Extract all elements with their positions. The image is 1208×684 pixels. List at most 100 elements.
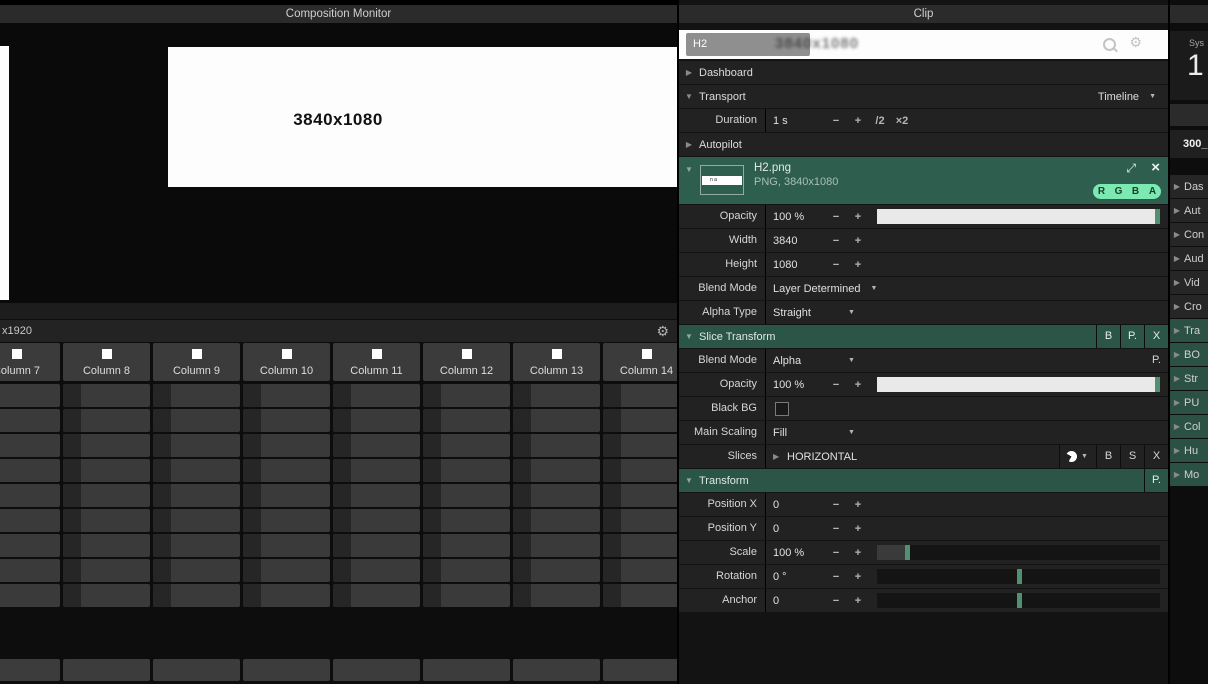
clip-cell[interactable] [603,434,677,457]
slider-handle[interactable] [1017,593,1022,608]
clip-cell[interactable] [0,584,60,607]
right-panel-section-con[interactable]: ▶Con [1170,223,1208,246]
channel-r-button[interactable]: R [1093,184,1110,199]
section-dashboard[interactable]: ▶ Dashboard [679,61,1168,84]
clip-cell[interactable] [423,584,510,607]
slider-handle[interactable] [1017,569,1022,584]
decrement-button[interactable]: − [825,235,847,247]
clip-cell[interactable] [333,459,420,482]
column-header[interactable]: Column 11 [333,343,420,381]
decrement-button[interactable]: − [825,379,847,391]
deck-settings-gear-icon[interactable]: ⚙ [656,320,669,342]
clip-cell[interactable] [423,434,510,457]
decrement-button[interactable]: − [825,115,847,127]
width-value[interactable]: 3840 [773,235,825,247]
clip-cell[interactable] [63,434,150,457]
column-connect-button[interactable] [372,349,382,359]
clip-cell[interactable] [333,384,420,407]
decrement-button[interactable]: − [825,595,847,607]
clip-cell[interactable] [243,584,330,607]
decrement-button[interactable]: − [825,571,847,583]
right-panel-section-aud[interactable]: ▶Aud [1170,247,1208,270]
channel-g-button[interactable]: G [1110,184,1127,199]
position-y-value[interactable]: 0 [773,523,825,535]
remove-button[interactable]: X [1144,445,1168,468]
clip-cell[interactable] [0,484,60,507]
right-panel-section-mo[interactable]: ▶Mo [1170,463,1208,486]
clip-cell[interactable] [333,659,420,681]
right-panel-section-hu[interactable]: ▶Hu [1170,439,1208,462]
increment-button[interactable]: + [847,523,869,535]
clip-cell[interactable] [63,559,150,582]
clip-cell[interactable] [603,409,677,432]
section-slice-transform[interactable]: ▼ Slice Transform B P. X [679,325,1168,348]
clip-cell[interactable] [0,534,60,557]
solo-button[interactable]: S [1120,445,1144,468]
column-connect-button[interactable] [642,349,652,359]
column-header[interactable]: Column 12 [423,343,510,381]
blend-mode-dropdown[interactable]: Layer Determined ▼ [766,277,1168,300]
clip-cell[interactable] [0,459,60,482]
clip-cell[interactable] [603,559,677,582]
clip-cell[interactable] [153,534,240,557]
column-header[interactable]: Column 9 [153,343,240,381]
source-file-block[interactable]: ▼ n a H2.png PNG, 3840x1080 ⤢ × R G B A [679,157,1168,204]
clip-cell[interactable] [0,509,60,532]
increment-button[interactable]: + [847,235,869,247]
remove-button[interactable]: X [1144,325,1168,348]
decrement-button[interactable]: − [825,547,847,559]
section-transform[interactable]: ▼ Transform P. [679,469,1168,492]
increment-button[interactable]: + [847,595,869,607]
clip-cell[interactable] [63,584,150,607]
collapse-arrow-icon[interactable]: ▶ [679,140,699,149]
clip-cell[interactable] [153,559,240,582]
clip-cell[interactable] [243,509,330,532]
composition-monitor-title[interactable]: Composition Monitor [0,5,677,23]
clip-cell[interactable] [0,659,60,681]
decrement-button[interactable]: − [825,499,847,511]
column-header[interactable]: Column 7 [0,343,60,381]
clip-cell[interactable] [423,659,510,681]
field-gear-icon[interactable]: ⚙ [1129,34,1142,51]
clip-cell[interactable] [153,459,240,482]
increment-button[interactable]: + [847,259,869,271]
clip-cell[interactable] [423,559,510,582]
scale-value[interactable]: 100 % [773,547,825,559]
right-panel-section-vid[interactable]: ▶Vid [1170,271,1208,294]
column-connect-button[interactable] [12,349,22,359]
clip-cell[interactable] [243,484,330,507]
preset-button[interactable]: P. [1145,349,1168,372]
anchor-slider[interactable] [877,593,1160,608]
opacity-value[interactable]: 100 % [773,211,825,223]
clip-cell[interactable] [603,509,677,532]
right-panel-section-tra[interactable]: ▶Tra [1170,319,1208,342]
column-header[interactable]: Column 14 [603,343,677,381]
clip-cell[interactable] [63,384,150,407]
collapse-arrow-icon[interactable]: ▼ [679,476,699,485]
clip-cell[interactable] [243,459,330,482]
clip-panel-title[interactable]: Clip [679,5,1168,23]
increment-button[interactable]: + [847,499,869,511]
clip-cell[interactable] [0,434,60,457]
clip-cell[interactable] [243,409,330,432]
decrement-button[interactable]: − [825,523,847,535]
increment-button[interactable]: + [847,571,869,583]
close-icon[interactable]: × [1151,159,1160,176]
right-panel-section-bo[interactable]: ▶BO [1170,343,1208,366]
clip-cell[interactable] [513,384,600,407]
clip-cell[interactable] [603,584,677,607]
clip-cell[interactable] [513,584,600,607]
black-bg-checkbox[interactable] [775,402,789,416]
clip-cell[interactable] [513,559,600,582]
clip-cell[interactable] [243,659,330,681]
clip-cell[interactable] [333,559,420,582]
opacity-slider[interactable] [877,209,1160,224]
clip-cell[interactable] [513,659,600,681]
clip-cell[interactable] [63,509,150,532]
clip-cell[interactable] [153,409,240,432]
increment-button[interactable]: + [847,211,869,223]
increment-button[interactable]: + [847,115,869,127]
halve-duration-button[interactable]: /2 [869,115,891,127]
right-panel-section-pu[interactable]: ▶PU [1170,391,1208,414]
column-connect-button[interactable] [102,349,112,359]
